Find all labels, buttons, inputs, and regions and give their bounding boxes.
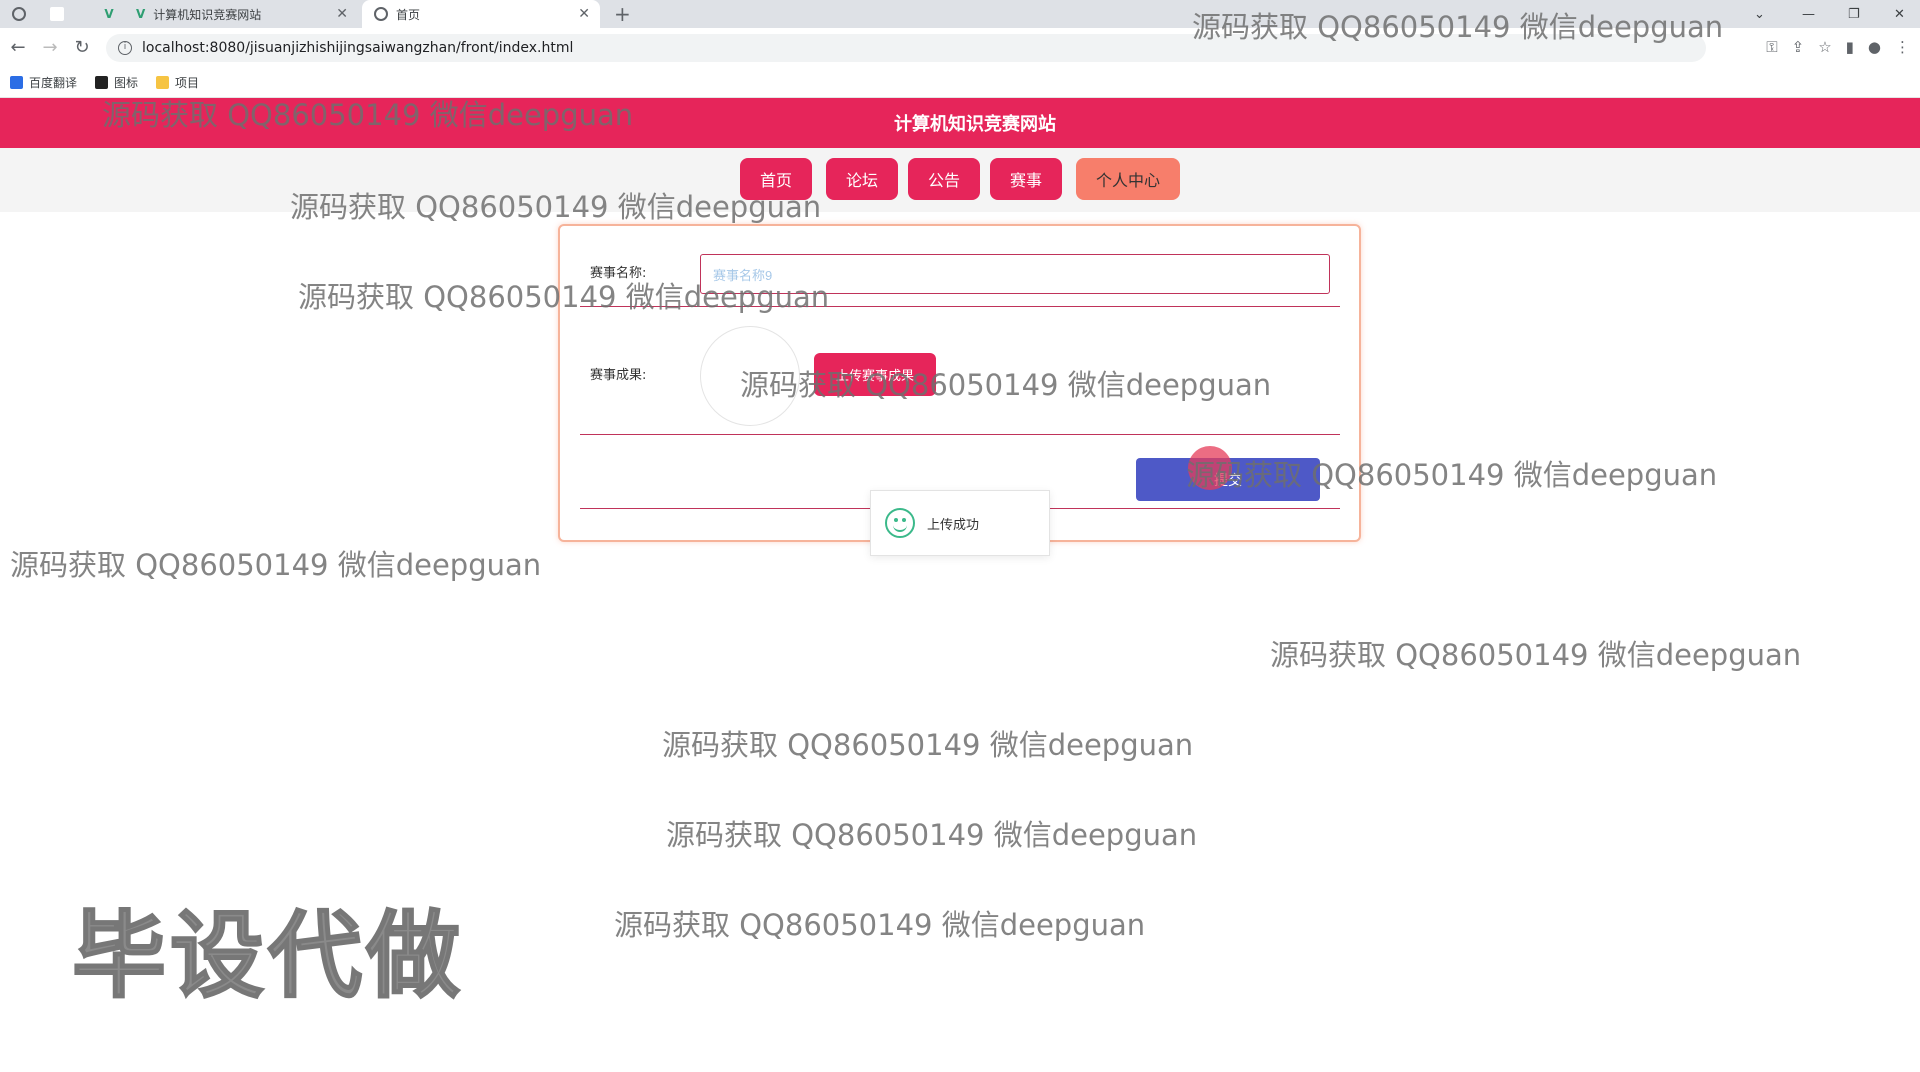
bookmark-item[interactable]: 百度翻译 [10,74,77,91]
restore-icon[interactable]: ❐ [1848,0,1860,28]
blank-page-icon [50,7,64,21]
nav-events[interactable]: 赛事 [990,158,1062,200]
divider [580,306,1340,307]
nav-notice[interactable]: 公告 [908,158,980,200]
back-icon[interactable]: ← [6,36,30,60]
cursor-indicator [1188,446,1232,490]
close-icon[interactable]: ✕ [336,6,348,22]
reload-icon[interactable]: ↻ [70,36,94,60]
forward-icon[interactable]: → [38,36,62,60]
tab-blank[interactable] [48,0,74,28]
translate-icon [10,76,23,89]
menu-icon[interactable]: ⋮ [1895,38,1910,56]
globe-icon [12,7,26,21]
main-nav: 首页 论坛 公告 赛事 个人中心 [0,148,1920,212]
tab-label: 首页 [396,7,421,22]
bookmark-label: 百度翻译 [29,76,78,90]
vue-icon: V [136,7,146,21]
divider [580,434,1340,435]
info-icon[interactable]: i [118,41,132,55]
image-uploader[interactable] [700,326,800,426]
bookmark-label: 图标 [114,76,139,90]
tab-label: 计算机知识竞赛网站 [153,7,262,22]
tab-home[interactable]: 首页 ✕ [362,0,600,28]
folder-icon [156,76,170,89]
bookmarks-bar: 百度翻译 图标 项目 [0,68,1920,98]
bookmark-label: 项目 [175,76,200,90]
event-name-input[interactable] [700,254,1330,294]
close-icon[interactable]: ✕ [578,6,590,22]
browser-tab-bar: V V 计算机知识竞赛网站 ✕ 首页 ✕ + ⌄ — ❐ ✕ [0,0,1920,28]
url-field[interactable]: i localhost:8080/jisuanjizhishijingsaiwa… [106,34,1706,62]
chevron-down-icon[interactable]: ⌄ [1754,0,1765,28]
toast-message: 上传成功 [927,517,980,533]
tab-globe-icon[interactable] [10,0,36,28]
vue-icon: V [104,7,114,21]
url-text: localhost:8080/jisuanjizhishijingsaiwang… [142,40,574,56]
minimize-icon[interactable]: — [1802,0,1815,28]
share-icon[interactable]: ⇪ [1792,38,1805,56]
site-header: 计算机知识竞赛网站 [0,98,1920,148]
close-window-icon[interactable]: ✕ [1894,0,1905,28]
star-icon[interactable]: ☆ [1818,38,1831,56]
big-watermark: 毕设代做 [71,901,465,1012]
upload-button[interactable]: 上传赛事成果 [814,353,936,396]
profile-icon[interactable]: ● [1868,38,1881,56]
sidepanel-icon[interactable]: ▮ [1846,38,1854,56]
address-bar: ← → ↻ i localhost:8080/jisuanjizhishijin… [0,28,1920,68]
smile-icon [885,508,915,538]
name-label: 赛事名称: [590,266,647,281]
nav-home[interactable]: 首页 [740,158,812,200]
new-tab-button[interactable]: + [614,2,631,26]
image-icon [95,76,109,89]
bookmark-item[interactable]: 图标 [95,74,138,91]
result-label: 赛事成果: [590,368,647,383]
nav-user-center[interactable]: 个人中心 [1076,158,1180,200]
globe-icon [374,7,388,21]
key-icon[interactable]: ⚿ [1766,38,1777,56]
tab-vue[interactable]: V [96,0,122,28]
nav-forum[interactable]: 论坛 [826,158,898,200]
success-toast: 上传成功 [870,490,1050,556]
site-title: 计算机知识竞赛网站 [894,114,1056,135]
bookmark-item[interactable]: 项目 [156,74,199,91]
tab-site[interactable]: V 计算机知识竞赛网站 ✕ [120,0,358,28]
